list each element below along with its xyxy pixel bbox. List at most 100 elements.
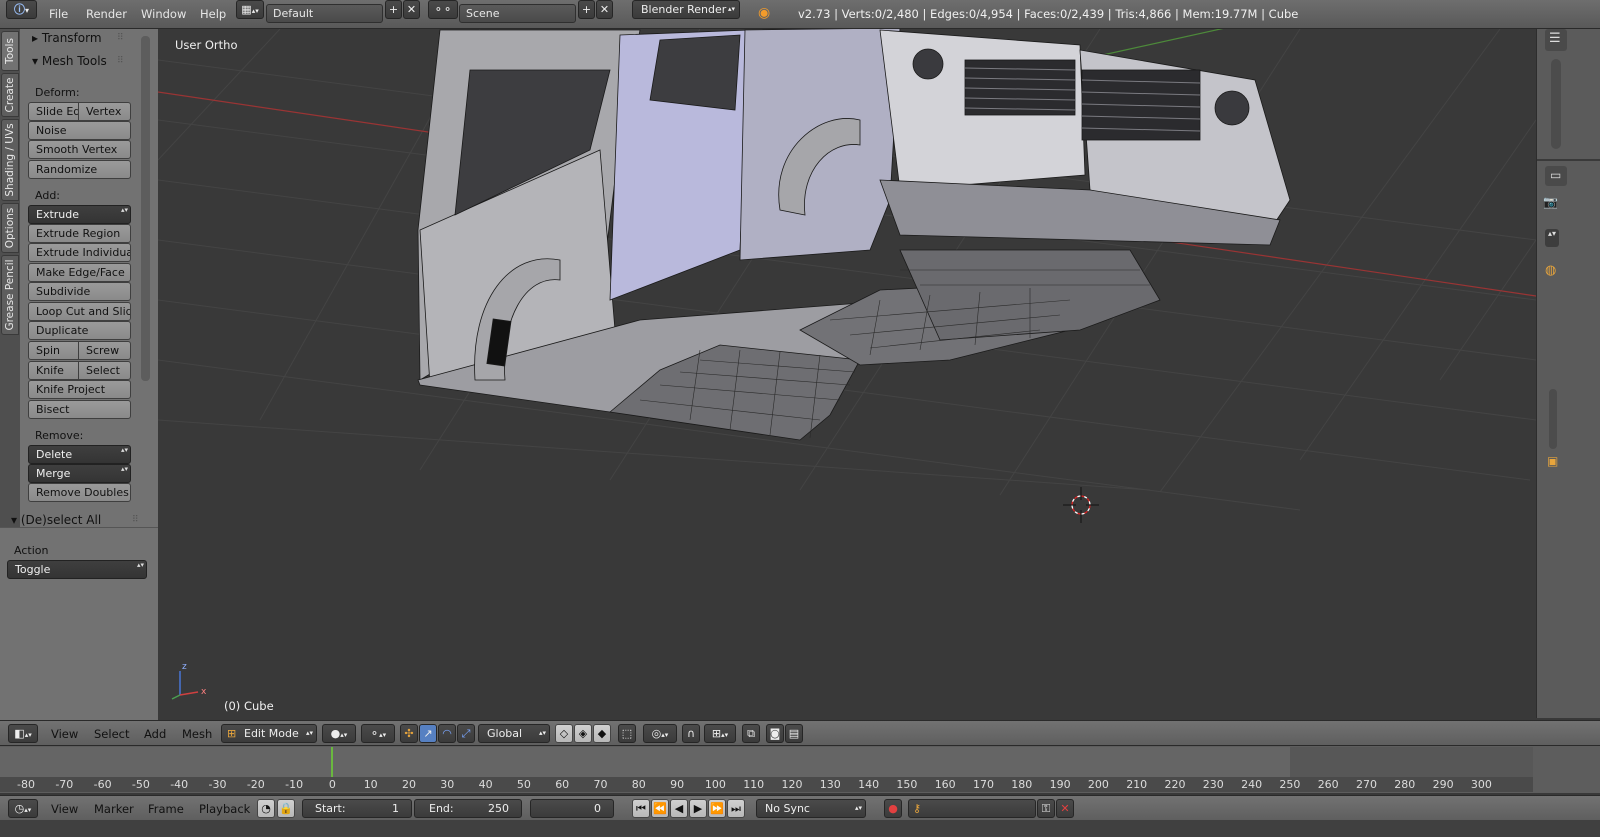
snap-element-selector[interactable]: ⊞▴▾ — [704, 724, 736, 743]
drag-handle-icon[interactable]: ⠿ — [132, 515, 139, 525]
knife-button[interactable]: Knife — [28, 361, 79, 380]
outliner-editor-button[interactable]: ▭ — [1545, 166, 1567, 186]
sync-mode-selector[interactable]: No Sync ▴▾ — [756, 799, 866, 818]
menu-view[interactable]: View — [51, 727, 78, 741]
insert-keyframe-button[interactable]: ⚿ — [1037, 799, 1055, 818]
tab-tools[interactable]: Tools — [1, 31, 19, 71]
end-frame-field[interactable]: End: 250 — [414, 799, 522, 818]
knife-select-button[interactable]: Select — [79, 361, 131, 380]
tab-grease-pencil[interactable]: Grease Pencil — [1, 255, 19, 335]
proportional-editing-selector[interactable]: ◎▴▾ — [643, 724, 677, 743]
make-edge-face-button[interactable]: Make Edge/Face — [28, 263, 131, 282]
add-scene-button[interactable]: + — [578, 0, 595, 19]
delete-scene-button[interactable]: ✕ — [596, 0, 613, 19]
scene-field[interactable]: Scene — [459, 4, 576, 23]
snap-toggle[interactable]: ∩ — [682, 724, 700, 743]
transform-panel-header[interactable]: ▸ Transform — [32, 31, 102, 45]
properties-scrollbar-lower[interactable] — [1549, 389, 1557, 449]
deselect-all-panel-header[interactable]: ▾ (De)select All — [11, 513, 101, 527]
manipulator-toggle[interactable]: ✣ — [400, 724, 418, 743]
tab-create[interactable]: Create — [1, 73, 19, 117]
editor-type-3dview-button[interactable]: ◧▴▾ — [8, 724, 38, 743]
play-reverse-button[interactable]: ◀ — [670, 799, 688, 818]
vertex-slide-button[interactable]: Vertex — [79, 102, 131, 121]
loop-cut-slide-button[interactable]: Loop Cut and Slide — [28, 302, 131, 321]
menu-file[interactable]: File — [49, 7, 68, 21]
3d-viewport[interactable]: z x — [158, 29, 1536, 718]
current-frame-field[interactable]: 0 — [530, 799, 614, 818]
jump-to-keyframe-back-button[interactable]: ⏪ — [651, 799, 669, 818]
delete-keyframe-button[interactable]: ✕ — [1056, 799, 1074, 818]
limit-selection-toggle[interactable]: ⬚ — [618, 724, 636, 743]
render-icon[interactable]: 📷 — [1543, 195, 1558, 209]
knife-project-button[interactable]: Knife Project — [28, 380, 131, 399]
properties-scrollbar[interactable] — [1551, 59, 1561, 149]
face-select-mode-button[interactable]: ◆ — [593, 724, 611, 743]
randomize-button[interactable]: Randomize — [28, 160, 131, 179]
preview-range-toggle[interactable]: ◔ — [257, 799, 275, 818]
toolshelf-scrollbar[interactable] — [141, 36, 150, 381]
scale-manipulator-button[interactable]: ⤢ — [457, 724, 475, 743]
tab-shading-uvs[interactable]: Shading / UVs — [1, 119, 19, 201]
edge-select-mode-button[interactable]: ◈ — [574, 724, 592, 743]
duplicate-button[interactable]: Duplicate — [28, 321, 131, 340]
smooth-vertex-button[interactable]: Smooth Vertex — [28, 140, 131, 159]
timeline-menu-marker[interactable]: Marker — [94, 802, 134, 816]
subdivide-button[interactable]: Subdivide — [28, 282, 131, 301]
render-animation-button[interactable]: ▤ — [785, 724, 803, 743]
render-still-button[interactable]: ◙ — [766, 724, 784, 743]
transform-orientation-selector[interactable]: Global ▴▾ — [478, 724, 550, 743]
rotate-manipulator-button[interactable]: ◠ — [438, 724, 456, 743]
merge-dropdown[interactable]: Merge — [28, 464, 131, 483]
play-button[interactable]: ▶ — [689, 799, 707, 818]
properties-editor-button[interactable]: ☰ — [1545, 29, 1567, 51]
pivot-point-selector[interactable]: ⚬▴▾ — [361, 724, 395, 743]
menu-select[interactable]: Select — [94, 727, 129, 741]
auto-keying-toggle[interactable]: ● — [884, 799, 902, 818]
keying-set-field[interactable]: ⚷ — [908, 799, 1036, 818]
menu-window[interactable]: Window — [141, 7, 186, 21]
frame-ruler[interactable] — [0, 777, 1533, 792]
jump-to-start-button[interactable]: ⏮ — [632, 799, 650, 818]
menu-mesh[interactable]: Mesh — [182, 727, 212, 741]
action-dropdown[interactable]: Toggle — [7, 560, 147, 579]
vertex-select-mode-button[interactable]: ◇ — [555, 724, 573, 743]
remove-doubles-button[interactable]: Remove Doubles — [28, 483, 131, 502]
editor-type-info-button[interactable]: ⓘ▾ — [6, 0, 37, 19]
mesh-tools-panel-header[interactable]: ▾ Mesh Tools — [32, 54, 107, 68]
add-layout-button[interactable]: + — [385, 0, 402, 19]
menu-render[interactable]: Render — [86, 7, 127, 21]
jump-to-keyframe-forward-button[interactable]: ⏩ — [708, 799, 726, 818]
noise-button[interactable]: Noise — [28, 121, 131, 140]
menu-help[interactable]: Help — [200, 7, 226, 21]
current-frame-marker[interactable] — [331, 747, 334, 777]
slide-edge-button[interactable]: Slide Ed — [28, 102, 79, 121]
delete-layout-button[interactable]: ✕ — [403, 0, 420, 19]
translate-manipulator-button[interactable]: ↗ — [419, 724, 437, 743]
extrude-dropdown[interactable]: Extrude — [28, 205, 131, 224]
bisect-button[interactable]: Bisect — [28, 400, 131, 419]
drag-handle-icon[interactable]: ⠿ — [117, 33, 124, 43]
start-frame-field[interactable]: Start: 1 — [302, 799, 412, 818]
extrude-individual-button[interactable]: Extrude Individual — [28, 243, 131, 262]
tab-options[interactable]: Options — [1, 203, 19, 253]
delete-dropdown[interactable]: Delete — [28, 445, 131, 464]
render-engine-selector[interactable]: Blender Render ▴▾ — [632, 0, 740, 19]
timeline-menu-view[interactable]: View — [51, 802, 78, 816]
opengl-render-button[interactable]: ⧉ — [742, 724, 760, 743]
editor-type-timeline-button[interactable]: ◷▴▾ — [8, 799, 38, 818]
timeline-menu-frame[interactable]: Frame — [148, 802, 184, 816]
viewport-shading-selector[interactable]: ●▴▾ — [322, 724, 356, 743]
spin-button[interactable]: Spin — [28, 341, 79, 360]
expand-toggle-icon[interactable]: ▴▾ — [1545, 229, 1559, 247]
mode-selector[interactable]: ⊞ Edit Mode ▴▾ — [221, 724, 317, 743]
drag-handle-icon[interactable]: ⠿ — [117, 56, 124, 66]
timeline-menu-playback[interactable]: Playback — [199, 802, 250, 816]
object-data-icon[interactable]: ▣ — [1547, 454, 1558, 468]
menu-add[interactable]: Add — [144, 727, 166, 741]
screw-button[interactable]: Screw — [79, 341, 131, 360]
screen-layout-selector[interactable]: ▦▴▾ — [236, 0, 264, 19]
extrude-region-button[interactable]: Extrude Region — [28, 224, 131, 243]
scene-selector[interactable]: ⚬⚬ — [428, 0, 458, 19]
screen-layout-field[interactable]: Default — [266, 4, 383, 23]
